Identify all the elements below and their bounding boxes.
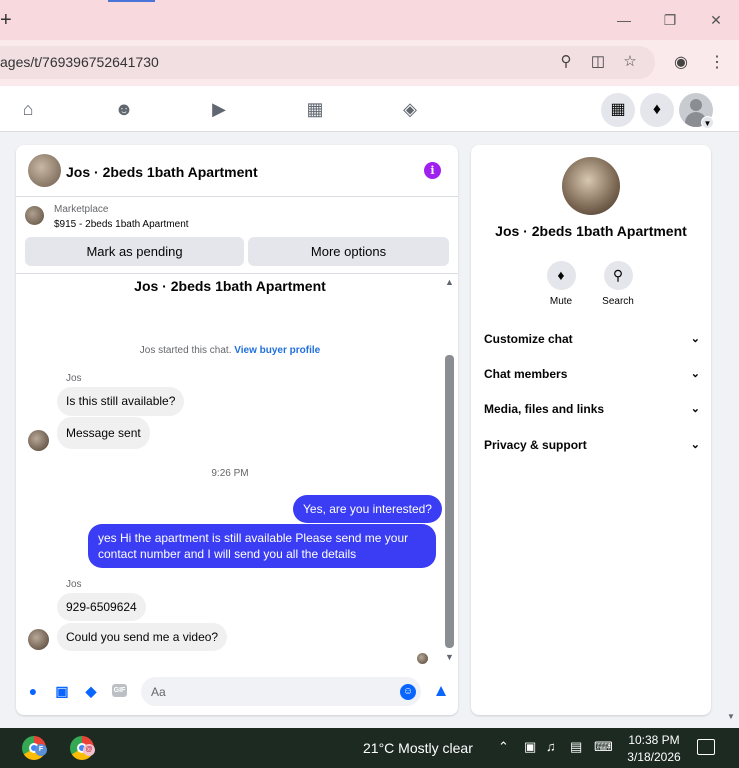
- section-label: Media, files and links: [484, 402, 605, 416]
- emoji-icon[interactable]: ☺: [400, 684, 416, 700]
- video-icon[interactable]: ▶: [208, 98, 230, 120]
- marketplace-icon[interactable]: ▦: [304, 98, 326, 120]
- search-label: Search: [602, 296, 634, 307]
- section-label: Customize chat: [484, 332, 573, 346]
- photo-icon[interactable]: ▣: [53, 682, 71, 700]
- thumbs-up-icon[interactable]: ▲: [431, 681, 451, 701]
- listing-thumbnail[interactable]: [25, 206, 44, 225]
- chevron-down-icon[interactable]: ⌄: [691, 364, 700, 384]
- chat-header: Jos · 2beds 1bath Apartment i: [16, 145, 458, 197]
- search-icon[interactable]: ⚲: [603, 261, 633, 290]
- bell-icon[interactable]: ♦: [546, 261, 576, 290]
- sender-avatar[interactable]: [28, 430, 49, 451]
- listing-price-title[interactable]: $915 - 2beds 1bath Apartment: [54, 219, 189, 230]
- message-timestamp: 9:26 PM: [211, 468, 249, 479]
- home-icon[interactable]: ⌂: [17, 98, 39, 120]
- notifications-bell-icon[interactable]: ♦: [640, 93, 674, 127]
- gaming-icon[interactable]: ◈: [399, 98, 421, 120]
- microphone-icon[interactable]: ●: [24, 682, 42, 700]
- profile-avatar[interactable]: [562, 157, 620, 215]
- windows-taskbar: F @ 21°C Mostly clear ⌃ ▣ ♫ ▤ ⌨ 10:38 PM…: [0, 728, 739, 768]
- account-chevron-down-icon[interactable]: ▼: [701, 116, 714, 129]
- gif-icon[interactable]: GIF: [112, 684, 127, 697]
- minimize-icon[interactable]: —: [615, 11, 633, 29]
- seen-avatar: [417, 653, 428, 664]
- incoming-message[interactable]: Could you send me a video?: [57, 623, 228, 651]
- chevron-down-icon[interactable]: ⌄: [691, 399, 700, 419]
- customize-chat-section[interactable]: Customize chat ⌄: [484, 329, 700, 349]
- profile-name: Jos · 2beds 1bath Apartment: [495, 223, 687, 239]
- browser-toolbar: ages/t/769396752641730 ⚲ ◫ ☆ ◉ ⋮: [0, 40, 739, 86]
- url-text[interactable]: ages/t/769396752641730: [0, 54, 159, 70]
- active-tab-indicator: [108, 0, 155, 2]
- section-label: Chat members: [484, 367, 568, 381]
- profile-icon[interactable]: ◉: [671, 53, 691, 73]
- zoom-icon[interactable]: ⚲: [556, 52, 576, 72]
- chat-scrollbar[interactable]: ▲ ▼: [444, 275, 456, 665]
- incoming-message[interactable]: 929-6509624: [57, 593, 146, 621]
- address-bar[interactable]: ages/t/769396752641730 ⚲ ◫ ☆: [0, 46, 655, 79]
- clock-date[interactable]: 3/18/2026: [624, 750, 684, 764]
- install-app-icon[interactable]: ◫: [588, 52, 608, 72]
- message-thread: Jos · 2beds 1bath Apartment Jos started …: [16, 275, 458, 665]
- notification-center-icon[interactable]: [697, 739, 715, 755]
- page-scroll-down-icon[interactable]: ▼: [727, 712, 735, 721]
- conversation-info-panel: Jos · 2beds 1bath Apartment ♦ Mute ⚲ Sea…: [471, 145, 711, 715]
- sender-avatar[interactable]: [28, 629, 49, 650]
- chat-members-section[interactable]: Chat members ⌄: [484, 364, 700, 384]
- mute-label: Mute: [549, 296, 573, 307]
- chat-header-title[interactable]: Jos · 2beds 1bath Apartment: [66, 164, 258, 180]
- listing-source: Marketplace: [54, 204, 109, 215]
- chat-started-note: Jos started this chat. View buyer profil…: [16, 345, 444, 356]
- message-sender: Jos: [66, 579, 82, 590]
- chat-panel: Jos · 2beds 1bath Apartment i Marketplac…: [16, 145, 458, 715]
- profile-badge-icon: F: [35, 744, 47, 756]
- meet-icon[interactable]: ▣: [524, 739, 536, 755]
- sticker-icon[interactable]: ◆: [82, 682, 100, 700]
- chat-avatar[interactable]: [28, 154, 61, 187]
- friends-icon[interactable]: ☻: [113, 98, 135, 120]
- bookmark-star-icon[interactable]: ☆: [620, 52, 640, 72]
- volume-icon[interactable]: ♫: [546, 739, 556, 754]
- incoming-message[interactable]: Is this still available?: [57, 387, 185, 416]
- scroll-up-icon[interactable]: ▲: [445, 277, 454, 287]
- weather-widget[interactable]: 21°C Mostly clear: [363, 740, 473, 756]
- view-buyer-profile-link[interactable]: View buyer profile: [234, 345, 320, 356]
- incoming-message[interactable]: Message sent: [57, 417, 150, 449]
- mark-as-pending-button[interactable]: Mark as pending: [25, 237, 244, 266]
- thread-title: Jos · 2beds 1bath Apartment: [134, 278, 326, 294]
- facebook-top-nav: ⌂ ☻ ▶ ▦ ◈ ▦ ♦ ▼: [0, 86, 739, 132]
- close-icon[interactable]: ✕: [707, 11, 725, 29]
- browser-titlebar: + — ❐ ✕: [0, 0, 739, 40]
- mute-button[interactable]: ♦ Mute: [531, 261, 591, 307]
- message-input[interactable]: [141, 677, 421, 706]
- menu-grid-icon[interactable]: ▦: [601, 93, 635, 127]
- message-sender: Jos: [66, 373, 82, 384]
- privacy-support-section[interactable]: Privacy & support ⌄: [484, 435, 700, 455]
- keyboard-icon[interactable]: ⌨: [594, 739, 613, 755]
- scrollbar-thumb[interactable]: [445, 355, 454, 648]
- kebab-menu-icon[interactable]: ⋮: [707, 53, 727, 73]
- chevron-down-icon[interactable]: ⌄: [691, 329, 700, 349]
- started-text: Jos started this chat.: [139, 345, 232, 356]
- outgoing-message[interactable]: Yes, are you interested?: [293, 495, 442, 523]
- new-tab-icon[interactable]: +: [0, 9, 12, 32]
- clock-time[interactable]: 10:38 PM: [628, 733, 680, 747]
- network-icon[interactable]: ▤: [570, 739, 582, 755]
- message-composer: ● ▣ ◆ GIF ☺ ▲: [16, 675, 458, 707]
- info-icon[interactable]: i: [424, 162, 441, 179]
- profile-badge-icon: @: [83, 744, 95, 756]
- section-label: Privacy & support: [484, 438, 587, 452]
- scroll-down-icon[interactable]: ▼: [445, 652, 454, 662]
- more-options-button[interactable]: More options: [248, 237, 449, 266]
- marketplace-listing: Marketplace $915 - 2beds 1bath Apartment…: [16, 198, 458, 274]
- outgoing-message[interactable]: yes Hi the apartment is still available …: [88, 524, 436, 568]
- restore-icon[interactable]: ❐: [661, 11, 679, 29]
- chevron-down-icon[interactable]: ⌄: [691, 435, 700, 455]
- show-hidden-icons-icon[interactable]: ⌃: [498, 739, 509, 755]
- search-button[interactable]: ⚲ Search: [588, 261, 648, 307]
- media-files-links-section[interactable]: Media, files and links ⌄: [484, 399, 700, 419]
